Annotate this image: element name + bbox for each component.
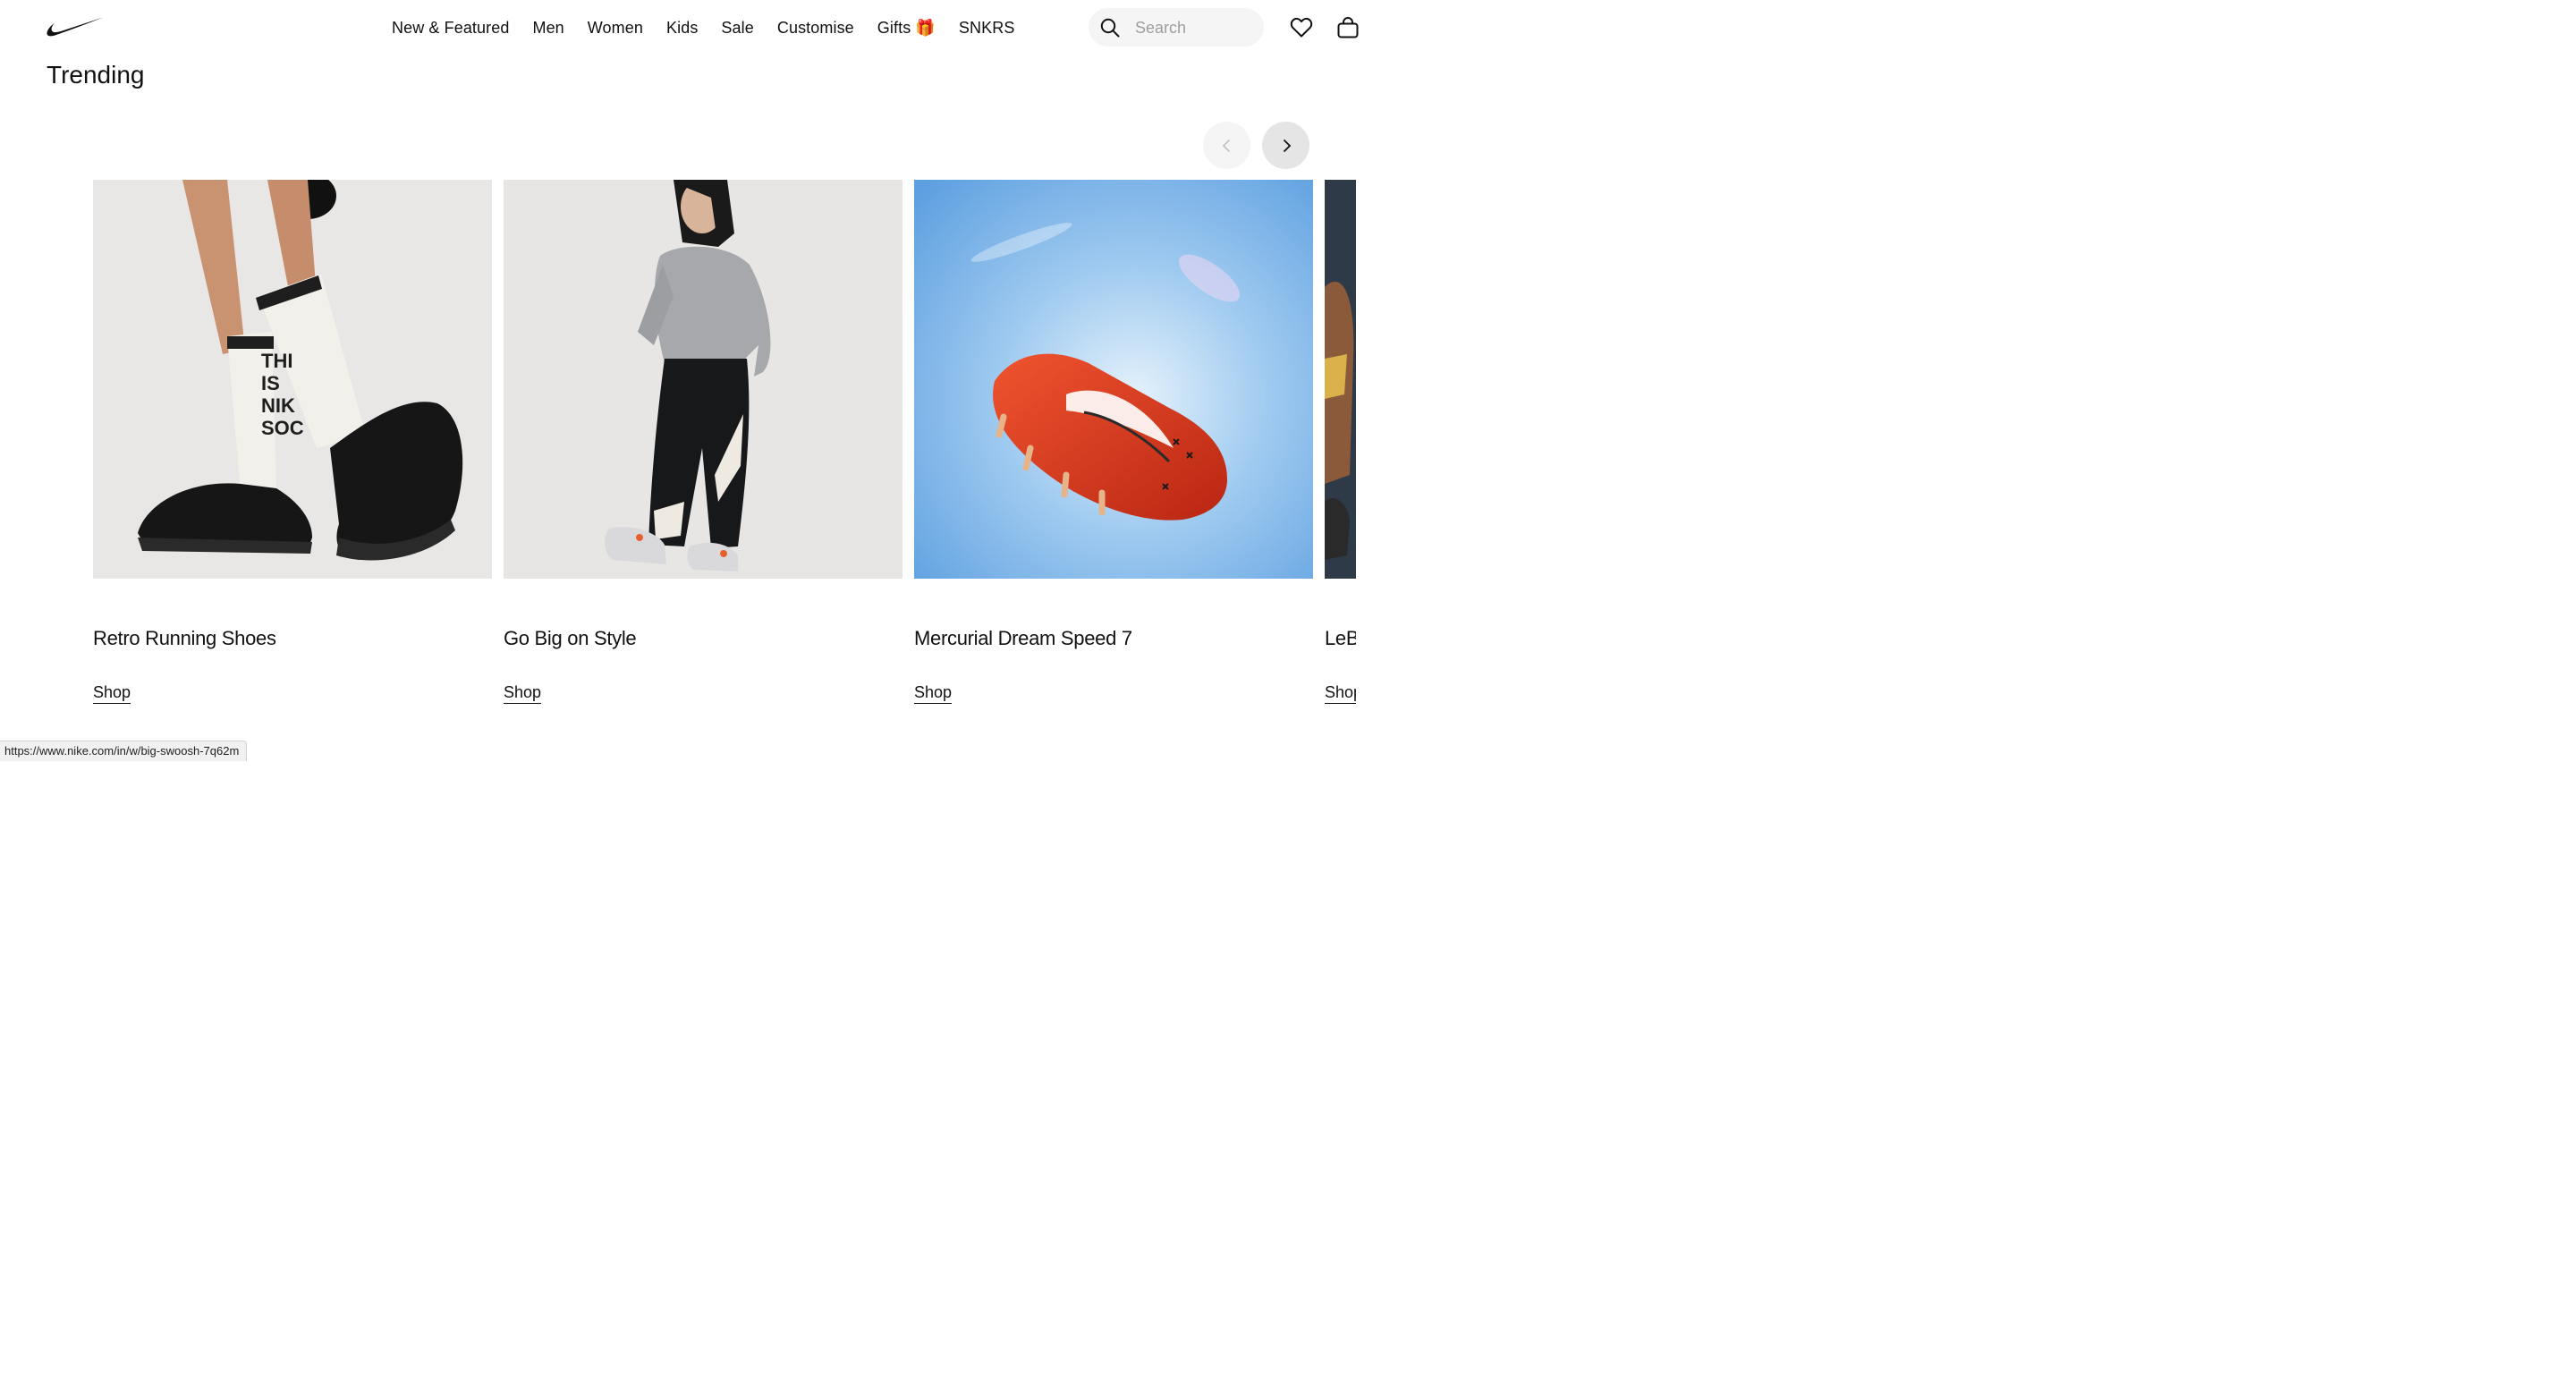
card-title: Mercurial Dream Speed 7 <box>914 627 1132 649</box>
svg-text:THI: THI <box>261 350 292 372</box>
card-title: Retro Running Shoes <box>93 627 276 649</box>
nav-customise[interactable]: Customise <box>777 16 854 39</box>
product-card[interactable]: THI IS NIK SOC Retro Running Shoes Shop <box>93 180 492 716</box>
nike-logo[interactable] <box>46 16 105 39</box>
search-box[interactable] <box>1089 8 1264 48</box>
section-title: Trending <box>47 61 145 89</box>
card-title: LeB <box>1325 627 1356 649</box>
product-card[interactable]: Go Big on Style Shop <box>504 180 902 716</box>
card-title: Go Big on Style <box>504 627 637 649</box>
carousel-track: THI IS NIK SOC Retro Running Shoes Shop <box>93 180 1356 716</box>
nav-sale[interactable]: Sale <box>721 16 753 39</box>
nav-gifts[interactable]: Gifts 🎁 <box>877 16 936 39</box>
card-image-retro-running[interactable]: THI IS NIK SOC <box>93 180 492 579</box>
card-image-mercurial[interactable] <box>914 180 1313 579</box>
nav-men[interactable]: Men <box>532 16 564 39</box>
search-icon[interactable] <box>1099 17 1121 38</box>
nav-kids[interactable]: Kids <box>666 16 698 39</box>
nav-snkrs[interactable]: SNKRS <box>959 16 1015 39</box>
card-image-go-big[interactable] <box>504 180 902 579</box>
nav-new-featured[interactable]: New & Featured <box>392 16 509 39</box>
shop-link[interactable]: Shop <box>93 682 131 704</box>
nav-women[interactable]: Women <box>588 16 643 39</box>
card-image-lebron[interactable] <box>1325 180 1356 579</box>
shop-link[interactable]: Shop <box>1325 682 1356 704</box>
shop-link[interactable]: Shop <box>504 682 542 704</box>
product-card[interactable]: Mercurial Dream Speed 7 Shop <box>914 180 1313 716</box>
bag-icon[interactable] <box>1335 15 1360 40</box>
carousel-next-button[interactable] <box>1262 122 1309 169</box>
carousel-prev-button[interactable] <box>1203 122 1250 169</box>
search-input[interactable] <box>1133 8 1258 48</box>
svg-text:SOC: SOC <box>261 417 304 439</box>
svg-text:NIK: NIK <box>261 394 295 417</box>
site-header: New & Featured Men Women Kids Sale Custo… <box>0 0 1388 55</box>
product-card[interactable]: LeB Shop <box>1325 180 1356 716</box>
chevron-right-icon <box>1283 139 1291 152</box>
heart-icon[interactable] <box>1289 15 1314 40</box>
shop-link[interactable]: Shop <box>914 682 953 704</box>
svg-text:IS: IS <box>261 372 280 394</box>
chevron-left-icon <box>1222 139 1230 152</box>
main-nav: New & Featured Men Women Kids Sale Custo… <box>392 16 1014 39</box>
browser-status-url: https://www.nike.com/in/w/big-swoosh-7q6… <box>0 741 248 761</box>
